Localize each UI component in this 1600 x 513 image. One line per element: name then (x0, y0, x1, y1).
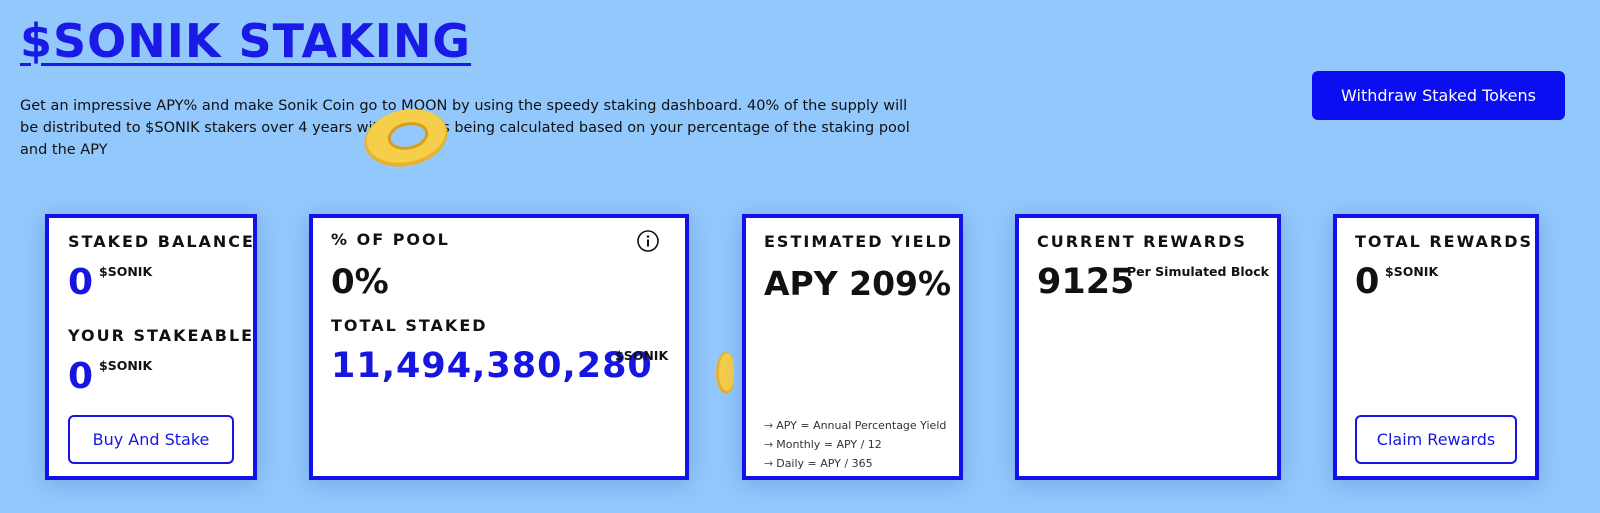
pool-share-value: 0% (331, 262, 389, 302)
total-staked-value: 11,494,380,280 (331, 346, 653, 386)
staked-balance-card: STAKED BALANCE 0 $SONIK YOUR STAKEABLE 0… (45, 214, 257, 480)
yield-note: → Monthly = APY / 12 (764, 438, 882, 451)
current-rewards-card: CURRENT REWARDS 9125 Per Simulated Block (1015, 214, 1281, 480)
staked-balance-value: 0 (68, 262, 94, 303)
total-staked-unit: $SONIK (615, 348, 669, 363)
arrow-right-icon: → (764, 457, 774, 470)
arrow-right-icon: → (764, 419, 774, 432)
staked-balance-label: STAKED BALANCE (68, 232, 255, 251)
coin-ring-icon (364, 109, 448, 167)
pool-share-card: % OF POOL 0% TOTAL STAKED 11,494,380,280… (309, 214, 689, 480)
your-stakeable-label: YOUR STAKEABLE (68, 326, 255, 345)
estimated-yield-label: ESTIMATED YIELD (764, 232, 954, 251)
yield-note: → Daily = APY / 365 (764, 457, 873, 470)
current-rewards-unit: Per Simulated Block (1127, 264, 1269, 279)
page-description: Get an impressive APY% and make Sonik Co… (20, 98, 910, 158)
pool-share-label: % OF POOL (331, 230, 450, 249)
claim-rewards-button[interactable]: Claim Rewards (1355, 415, 1517, 464)
current-rewards-label: CURRENT REWARDS (1037, 232, 1247, 251)
total-rewards-label: TOTAL REWARDS (1355, 232, 1534, 251)
your-stakeable-unit: $SONIK (99, 358, 153, 373)
total-rewards-value: 0 (1355, 262, 1380, 302)
total-rewards-card: TOTAL REWARDS 0 $SONIK Claim Rewards (1333, 214, 1539, 480)
arrow-right-icon: → (764, 438, 774, 451)
yield-note: → APY = Annual Percentage Yield (764, 419, 947, 432)
page-title[interactable]: $SONIK STAKING (20, 14, 471, 68)
estimated-yield-card: ESTIMATED YIELD APY 209% → APY = Annual P… (742, 214, 963, 480)
staked-balance-unit: $SONIK (99, 264, 153, 279)
withdraw-staked-tokens-button[interactable]: Withdraw Staked Tokens (1312, 71, 1565, 120)
current-rewards-value: 9125 (1037, 262, 1135, 302)
coin-edge-icon (716, 352, 734, 394)
info-icon[interactable] (636, 229, 660, 253)
buy-and-stake-button[interactable]: Buy And Stake (68, 415, 234, 464)
total-staked-label: TOTAL STAKED (331, 316, 488, 335)
apy-value: APY 209% (764, 264, 952, 303)
yield-notes: → APY = Annual Percentage Yield → Monthly … (764, 416, 946, 473)
total-rewards-unit: $SONIK (1385, 264, 1439, 279)
your-stakeable-value: 0 (68, 356, 94, 397)
